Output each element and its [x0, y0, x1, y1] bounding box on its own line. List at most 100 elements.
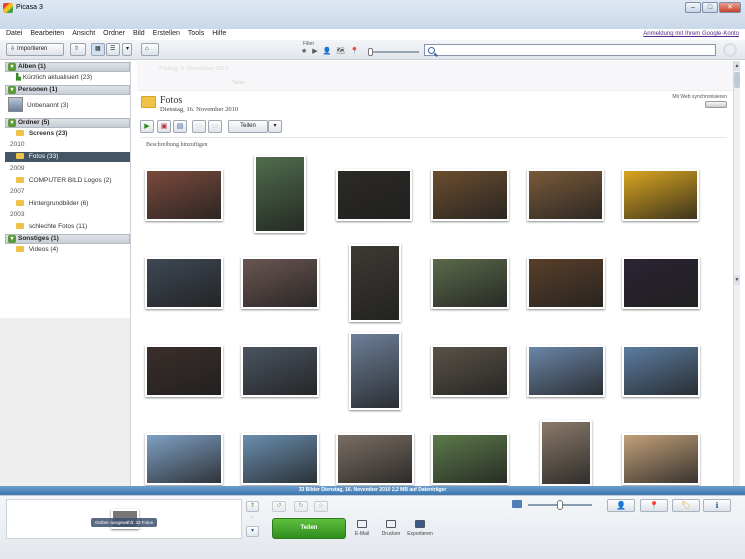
photo-thumbnail-tunnel-lights[interactable]	[431, 169, 509, 221]
section-people[interactable]: ▾ Personen (1)	[5, 85, 130, 95]
hold-pin-icon[interactable]: ⇑	[246, 501, 259, 512]
print-button[interactable]: Drucken	[376, 520, 406, 537]
filter-slider-track[interactable]	[369, 51, 419, 53]
collapse-toggle-icon[interactable]: ▾	[8, 63, 16, 71]
places-icon[interactable]: 📍	[640, 499, 668, 512]
export-button[interactable]: Exportieren	[405, 520, 435, 537]
photo-thumbnail-bridge-mosque[interactable]	[527, 345, 605, 397]
sidebar-item-schlechte[interactable]: schlechte Fotos (11)	[16, 222, 87, 231]
photo-thumbnail-meadow-trees[interactable]	[431, 433, 509, 485]
collapse-toggle-icon[interactable]: ▾	[8, 86, 16, 94]
photo-thumbnail-crowd-child[interactable]	[145, 345, 223, 397]
share-dropdown-icon[interactable]: ▾	[268, 120, 282, 133]
menu-ansicht[interactable]: Ansicht	[72, 29, 95, 39]
email-button[interactable]: E-Mail	[347, 520, 377, 537]
add-description-link[interactable]: Beschreibung hinzufügen	[146, 142, 207, 148]
photo-thumbnail-tunnel-walkway[interactable]	[527, 169, 604, 221]
sidebar-item-hintergrund[interactable]: Hintergrundbilder (6)	[16, 199, 88, 208]
sidebar-item-fotos[interactable]: Fotos (33)	[5, 152, 130, 162]
photo-thumbnail-dog-sky[interactable]	[622, 433, 700, 485]
pin-filter-icon[interactable]: 📍	[350, 47, 359, 55]
rotate-left-icon[interactable]: ↺	[272, 501, 286, 512]
scroll-down-icon[interactable]: ▼	[734, 275, 740, 285]
thumbnail-size-knob[interactable]	[557, 500, 563, 510]
web-sync-label: Mit Web synchronisieren	[672, 94, 727, 100]
movie-icon[interactable]: ▤	[173, 120, 187, 133]
maximize-button[interactable]: □	[702, 2, 718, 13]
photo-thumbnail-shaggy-dog[interactable]	[540, 420, 592, 486]
photo-thumbnail-times-square[interactable]	[622, 257, 700, 309]
section-albums[interactable]: ▾ Alben (1)	[5, 62, 130, 72]
photo-thumbnail-subway-escalator[interactable]	[431, 345, 509, 397]
photo-thumbnail-big-ben[interactable]	[349, 332, 401, 410]
collapse-toggle-icon[interactable]: ▾	[8, 235, 16, 243]
import-button[interactable]: ⇩ Importieren	[6, 43, 64, 56]
photo-thumbnail-night-harbor[interactable]	[336, 169, 412, 221]
rotate-right-icon[interactable]: ↻	[294, 501, 308, 512]
search-input[interactable]	[424, 44, 716, 56]
photo-thumbnail-city-rooftops[interactable]	[336, 433, 414, 485]
map-filter-icon[interactable]: 🗺	[336, 47, 345, 55]
grid-view-icon[interactable]: ▦	[91, 43, 105, 56]
photo-thumbnail-city-street[interactable]	[241, 257, 319, 309]
vertical-scrollbar[interactable]: ▲ ▼	[733, 61, 740, 486]
minimize-button[interactable]: –	[685, 2, 701, 13]
google-account-link[interactable]: Anmeldung mit Ihrem Google-Konto	[643, 29, 739, 39]
section-other[interactable]: ▾ Sonstiges (1)	[5, 234, 130, 244]
photo-thumbnail-bay-coast[interactable]	[241, 433, 319, 485]
menu-bearbeiten[interactable]: Bearbeiten	[30, 29, 64, 39]
video-filter-icon[interactable]: ▶	[312, 47, 317, 55]
menu-erstellen[interactable]: Erstellen	[153, 29, 180, 39]
clear-tray-icon[interactable]: ○	[246, 513, 259, 524]
scroll-up-icon[interactable]: ▲	[734, 61, 740, 71]
sidebar-item-computer-bild-label: COMPUTER BILD Logos (2)	[28, 177, 112, 184]
photo-thumbnail-blue-mosque-fountain[interactable]	[622, 345, 700, 397]
import-label: Importieren	[17, 46, 48, 52]
share-button[interactable]: Teilen	[272, 518, 346, 539]
sidebar-item-videos[interactable]: Videos (4)	[16, 245, 58, 254]
photo-thumbnail-market-food[interactable]	[145, 169, 223, 221]
people-icon[interactable]: 👤	[607, 499, 635, 512]
photo-thumbnail-train-platform[interactable]	[145, 257, 223, 309]
photo-browser: Freitag, 9. Dezember 2010 Teilen Fotos D…	[137, 61, 733, 486]
share-album-button[interactable]: Teilen	[228, 120, 268, 133]
photo-thumbnail-japanese-castle[interactable]	[254, 155, 306, 233]
play-slideshow-icon[interactable]: ▶	[140, 120, 154, 133]
album-title[interactable]: Fotos	[160, 95, 182, 106]
folder-manager-icon[interactable]: ⌂	[141, 43, 159, 56]
info-icon[interactable]: ℹ	[703, 499, 731, 512]
photo-thumbnail-yellow-taxi[interactable]	[622, 169, 699, 221]
photo-thumbnail-mosque-minarets[interactable]	[145, 433, 223, 485]
sidebar-item-recent[interactable]: ▙ Kürzlich aktualisiert (23)	[16, 73, 92, 82]
tags-icon[interactable]: 🏷	[672, 499, 700, 512]
photo-thumbnail-blossom-tree[interactable]	[349, 244, 401, 322]
list-view-icon[interactable]: ☰	[106, 43, 120, 56]
star-filter-icon[interactable]: ★	[301, 47, 307, 55]
filter-slider-knob[interactable]	[368, 48, 373, 56]
scroll-thumb[interactable]	[734, 72, 740, 88]
photo-thumbnail-skyline-dusk[interactable]	[241, 345, 319, 397]
collapse-toggle-icon[interactable]: ▾	[8, 119, 16, 127]
menu-bild[interactable]: Bild	[133, 29, 145, 39]
add-to-album-icon[interactable]: ▾	[246, 526, 259, 537]
star-icon[interactable]: ☆	[314, 501, 328, 512]
photo-thumbnail-cherry-blossom-night[interactable]	[527, 257, 605, 309]
section-folders[interactable]: ▾ Ordner (5)	[5, 118, 130, 128]
sidebar-item-computer-bild[interactable]: COMPUTER BILD Logos (2)	[16, 176, 112, 185]
person-filter-icon[interactable]: 👤	[323, 47, 332, 55]
filter-icons: ★ ▶ 👤 🗺 📍	[301, 47, 359, 55]
menu-tools[interactable]: Tools	[188, 29, 204, 39]
year-heading: 2003	[10, 211, 25, 218]
collage-icon[interactable]: ▣	[157, 120, 171, 133]
export-icon	[415, 520, 425, 528]
menu-ordner[interactable]: Ordner	[103, 29, 125, 39]
view-dropdown-icon[interactable]: ▾	[122, 43, 132, 56]
upload-icon[interactable]: ⇧	[70, 43, 86, 56]
photo-thumbnail-garden-pond[interactable]	[431, 257, 509, 309]
sidebar-item-unnamed[interactable]: Unbenannt (3)	[27, 101, 69, 110]
menu-hilfe[interactable]: Hilfe	[212, 29, 226, 39]
menu-datei[interactable]: Datei	[6, 29, 22, 39]
close-button[interactable]: ✕	[719, 2, 741, 13]
web-sync-toggle[interactable]	[705, 101, 727, 108]
sidebar-item-screens[interactable]: Screens (23)	[16, 129, 67, 138]
